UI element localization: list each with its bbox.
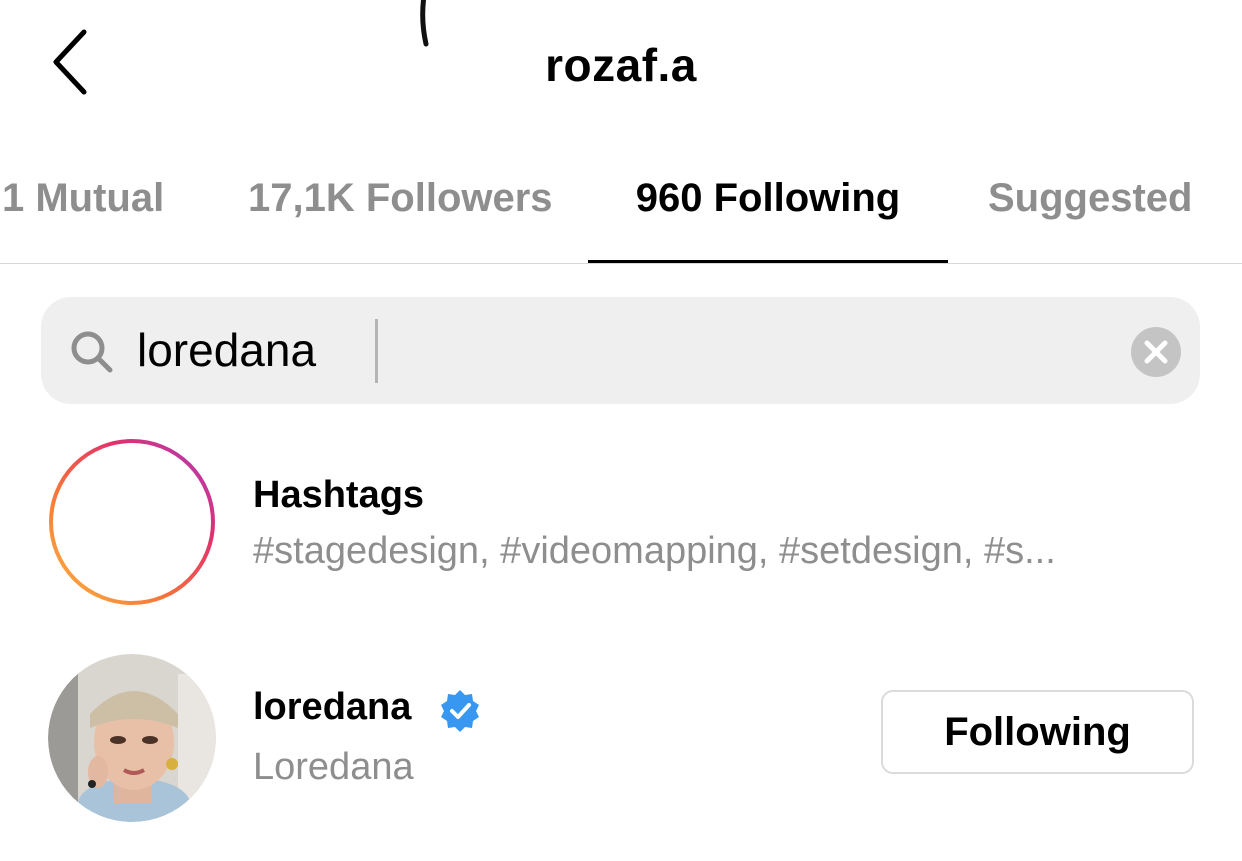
hashtag-icon: [49, 439, 215, 605]
following-button[interactable]: Following: [881, 690, 1194, 774]
tab-bar: 1 Mutual 17,1K Followers 960 Following S…: [0, 160, 1242, 264]
tab-following[interactable]: 960 Following: [588, 176, 948, 221]
search-icon: [71, 331, 113, 373]
tab-followers[interactable]: 17,1K Followers: [248, 176, 553, 221]
clear-search-button[interactable]: [1131, 327, 1181, 377]
avatar: [48, 654, 216, 822]
page-title: rozaf.a: [545, 39, 697, 91]
active-tab-indicator: [588, 260, 948, 263]
full-name: Loredana: [253, 746, 414, 788]
search-input[interactable]: [137, 315, 1097, 385]
tab-suggested[interactable]: Suggested: [988, 176, 1192, 221]
verified-badge-icon: [441, 690, 479, 732]
next-avatar-ring: [96, 852, 180, 861]
search-bar[interactable]: [41, 297, 1200, 404]
hashtags-subtitle: #stagedesign, #videomapping, #setdesign,…: [253, 530, 1056, 572]
following-screen: rozaf.a 1 Mutual 17,1K Followers 960 Fol…: [0, 0, 1242, 861]
user-result-row[interactable]: loredana Loredana Following: [0, 652, 1242, 824]
hashtags-result-row[interactable]: Hashtags #stagedesign, #videomapping, #s…: [0, 436, 1242, 608]
clear-icon: [1144, 340, 1168, 364]
username: loredana: [253, 686, 412, 728]
hashtags-title: Hashtags: [253, 474, 425, 516]
text-cursor: [375, 319, 378, 383]
tab-mutual[interactable]: 1 Mutual: [2, 176, 164, 221]
